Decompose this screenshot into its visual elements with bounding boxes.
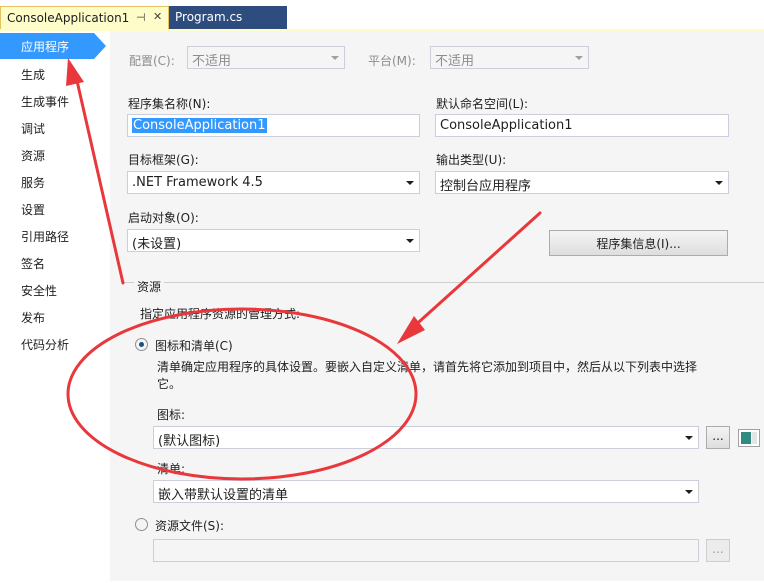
assembly-name-input[interactable]: ConsoleApplication1 xyxy=(127,114,420,137)
sidebar-item-build[interactable]: 生成 xyxy=(0,61,110,87)
sidebar-item-build-events[interactable]: 生成事件 xyxy=(0,88,110,114)
manifest-label: 清单: xyxy=(157,462,186,476)
config-value: 不适用 xyxy=(192,54,232,69)
manifest-description: 清单确定应用程序的具体设置。要嵌入自定义清单，请首先将它添加到项目中，然后从以下… xyxy=(157,360,698,391)
default-namespace-input[interactable]: ConsoleApplication1 xyxy=(435,114,729,137)
chevron-down-icon xyxy=(685,490,693,494)
tab-program-cs[interactable]: Program.cs xyxy=(169,6,287,30)
chevron-down-icon xyxy=(685,436,693,440)
sidebar-item-signing[interactable]: 签名 xyxy=(0,250,110,276)
tab-consoleapplication1[interactable]: ConsoleApplication1 ⊣ ✕ xyxy=(0,6,169,30)
resources-group-title: 资源 xyxy=(134,278,165,295)
startup-object-value: (未设置) xyxy=(132,237,182,252)
platform-dropdown[interactable]: 不适用 xyxy=(430,46,589,69)
close-icon[interactable]: ✕ xyxy=(153,10,162,23)
chevron-down-icon xyxy=(575,56,583,60)
tab-label: Program.cs xyxy=(175,10,243,24)
sidebar-item-security[interactable]: 安全性 xyxy=(0,277,110,303)
startup-object-label: 启动对象(O): xyxy=(128,211,199,225)
preview-swatch xyxy=(741,432,751,444)
assembly-name-label: 程序集名称(N): xyxy=(128,97,211,111)
output-type-dropdown[interactable]: 控制台应用程序 xyxy=(435,171,729,194)
manifest-value: 嵌入带默认设置的清单 xyxy=(158,488,289,503)
radio-button-icon[interactable] xyxy=(135,518,148,531)
chevron-down-icon xyxy=(406,181,414,185)
icon-value: (默认图标) xyxy=(158,434,221,449)
default-namespace-label: 默认命名空间(L): xyxy=(436,97,529,111)
chevron-down-icon xyxy=(406,239,414,243)
output-type-value: 控制台应用程序 xyxy=(440,179,532,194)
icon-browse-button[interactable]: ... xyxy=(706,426,730,449)
config-label: 配置(C): xyxy=(129,54,175,68)
manifest-dropdown[interactable]: 嵌入带默认设置的清单 xyxy=(153,480,699,503)
pin-icon[interactable]: ⊣ xyxy=(136,11,146,24)
resource-file-radio-label[interactable]: 资源文件(S): xyxy=(155,517,224,534)
resources-intro: 指定应用程序资源的管理方式: xyxy=(140,307,301,321)
output-type-label: 输出类型(U): xyxy=(436,153,507,167)
default-namespace-value: ConsoleApplication1 xyxy=(440,118,573,133)
resource-file-input[interactable] xyxy=(153,539,699,562)
icon-manifest-radio-label[interactable]: 图标和清单(C) xyxy=(155,337,233,354)
platform-value: 不适用 xyxy=(435,54,475,69)
tab-label: ConsoleApplication1 xyxy=(7,11,130,25)
startup-object-dropdown[interactable]: (未设置) xyxy=(127,229,420,252)
target-framework-dropdown[interactable]: .NET Framework 4.5 xyxy=(127,171,420,194)
sidebar-item-debug[interactable]: 调试 xyxy=(0,115,110,141)
icon-dropdown[interactable]: (默认图标) xyxy=(153,426,699,449)
target-framework-value: .NET Framework 4.5 xyxy=(132,175,263,190)
sidebar-item-publish[interactable]: 发布 xyxy=(0,304,110,330)
property-sidebar: 应用程序 生成 生成事件 调试 资源 服务 设置 引用路径 签名 安全性 发布 … xyxy=(0,31,110,581)
sidebar-item-services[interactable]: 服务 xyxy=(0,169,110,195)
resource-file-browse-button[interactable]: ... xyxy=(706,539,730,562)
config-dropdown[interactable]: 不适用 xyxy=(187,46,345,69)
target-framework-label: 目标框架(G): xyxy=(128,153,199,167)
sidebar-item-code-analysis[interactable]: 代码分析 xyxy=(0,331,110,357)
assembly-name-value: ConsoleApplication1 xyxy=(132,118,267,133)
preview-swatch xyxy=(752,432,757,444)
sidebar-item-settings[interactable]: 设置 xyxy=(0,196,110,222)
assembly-info-button[interactable]: 程序集信息(I)... xyxy=(549,230,728,256)
platform-label: 平台(M): xyxy=(368,54,416,68)
chevron-down-icon xyxy=(715,181,723,185)
sidebar-item-reference-paths[interactable]: 引用路径 xyxy=(0,223,110,249)
icon-preview xyxy=(738,429,760,447)
icon-label: 图标: xyxy=(157,408,186,422)
document-tab-strip: ConsoleApplication1 ⊣ ✕ Program.cs xyxy=(0,0,764,31)
sidebar-item-resources[interactable]: 资源 xyxy=(0,142,110,168)
radio-button-icon[interactable] xyxy=(135,338,148,351)
application-settings-panel: 配置(C): 不适用 平台(M): 不适用 程序集名称(N): ConsoleA… xyxy=(110,31,764,581)
chevron-down-icon xyxy=(331,56,339,60)
sidebar-item-application[interactable]: 应用程序 xyxy=(0,33,106,59)
